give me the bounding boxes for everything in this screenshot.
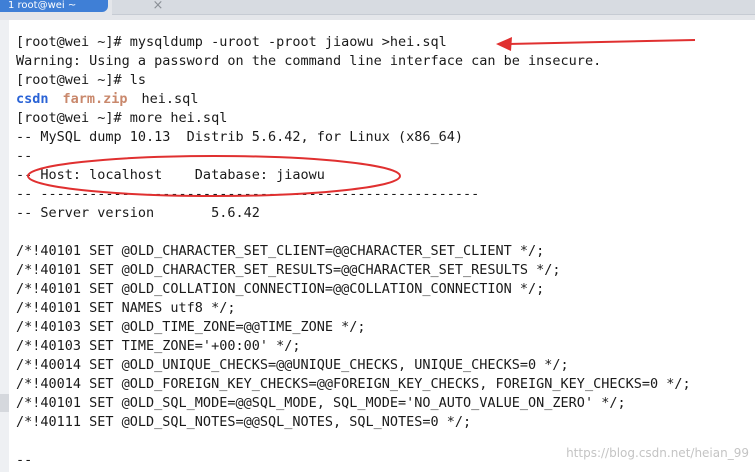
terminal-line: -- Host: localhost Database: jiaowu (16, 167, 325, 183)
terminal-line: /*!40101 SET @OLD_COLLATION_CONNECTION=@… (16, 281, 545, 297)
ls-entry-archive: farm.zip (62, 91, 128, 107)
terminal-line: -- (16, 148, 33, 164)
tab-bar: 1 root@wei ~ × (0, 0, 755, 20)
terminal-line: -- -------------------------------------… (16, 186, 480, 202)
terminal-line: /*!40111 SET @OLD_SQL_NOTES=@@SQL_NOTES,… (16, 414, 472, 430)
terminal-line: /*!40101 SET NAMES utf8 */; (16, 300, 236, 316)
terminal-line: -- Server version 5.6.42 (16, 205, 260, 221)
terminal-line: /*!40101 SET @OLD_CHARACTER_SET_RESULTS=… (16, 262, 561, 278)
terminal-line: /*!40014 SET @OLD_FOREIGN_KEY_CHECKS=@@F… (16, 376, 691, 392)
terminal-line: -- MySQL dump 10.13 Distrib 5.6.42, for … (16, 129, 464, 145)
terminal-line: /*!40101 SET @OLD_SQL_MODE=@@SQL_MODE, S… (16, 395, 626, 411)
terminal-line: [root@wei ~]# mysqldump -uroot -proot ji… (16, 34, 447, 50)
terminal-line: /*!40014 SET @OLD_UNIQUE_CHECKS=@@UNIQUE… (16, 357, 569, 373)
terminal-line: /*!40103 SET TIME_ZONE='+00:00' */; (16, 338, 301, 354)
terminal-line: [root@wei ~]# ls (16, 72, 147, 88)
left-gutter (0, 20, 9, 472)
tab-strip (112, 0, 755, 15)
ls-entry-file: hei.sql (141, 91, 199, 107)
tab-session[interactable]: 1 root@wei ~ (0, 0, 108, 12)
terminal-output[interactable]: [root@wei ~]# mysqldump -uroot -proot ji… (16, 33, 755, 472)
gutter-marker (0, 394, 9, 412)
close-icon[interactable]: × (150, 0, 166, 14)
terminal-line: [root@wei ~]# more hei.sql (16, 110, 228, 126)
ls-entry-directory: csdn (16, 91, 49, 107)
ls-output: csdn farm.zip hei.sql (16, 90, 755, 109)
terminal-line: /*!40103 SET @OLD_TIME_ZONE=@@TIME_ZONE … (16, 319, 366, 335)
terminal-line: /*!40101 SET @OLD_CHARACTER_SET_CLIENT=@… (16, 243, 545, 259)
watermark: https://blog.csdn.net/heian_99 (566, 446, 749, 460)
terminal-line: Warning: Using a password on the command… (16, 53, 602, 69)
